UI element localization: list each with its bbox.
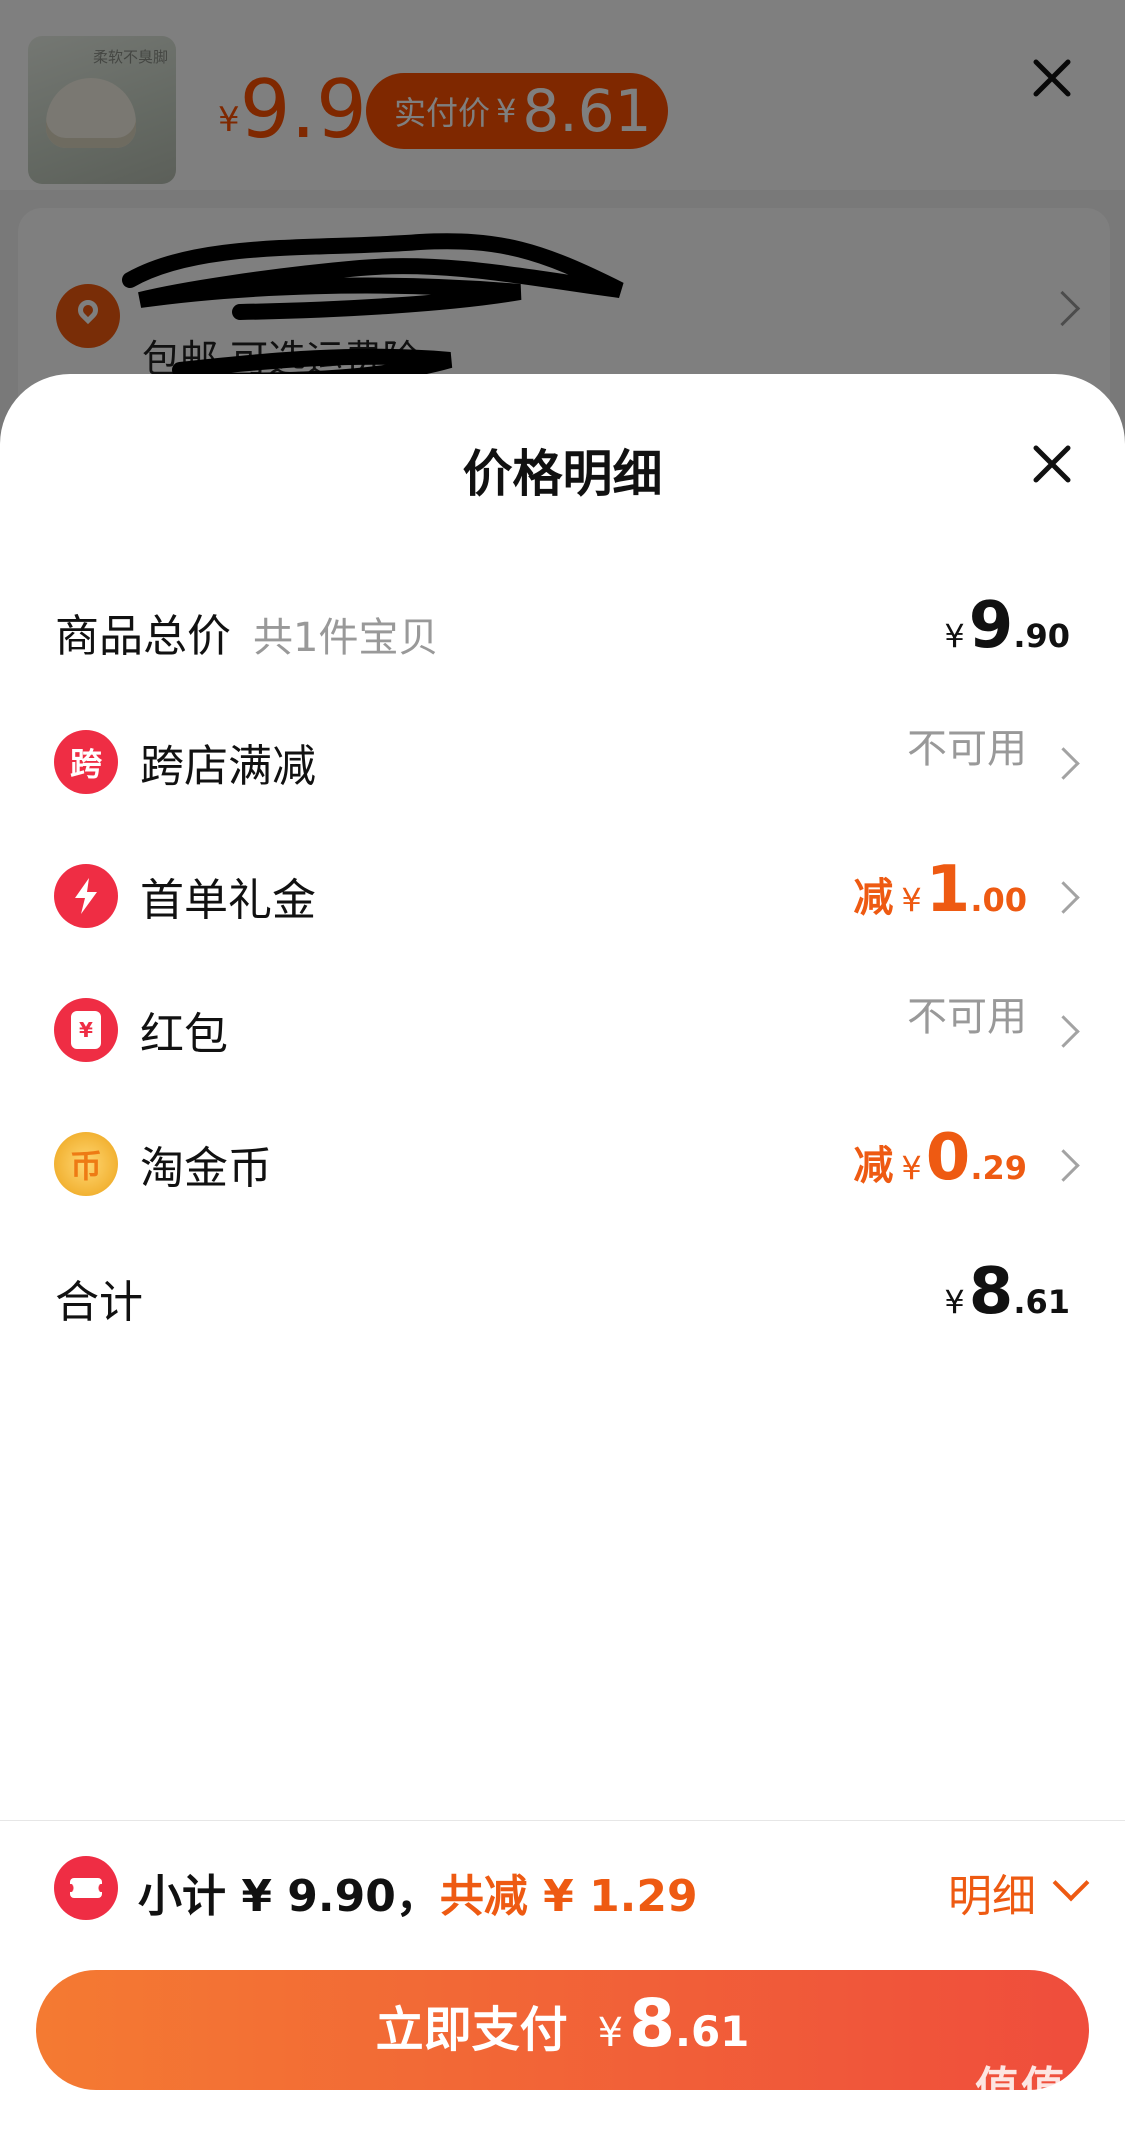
- watermark: 值值值 zhizhizhi.com: [975, 2052, 1113, 2133]
- row-label: 跨店满减: [140, 741, 316, 792]
- row-label: 首单礼金: [140, 875, 316, 926]
- row-label: 商品总价 共1件宝贝: [55, 600, 438, 664]
- amount-integer: 0: [925, 1121, 971, 1195]
- row-label-text: 商品总价: [55, 611, 231, 662]
- row-grand-total: 合计 ¥8.61: [0, 1246, 1125, 1346]
- lightning-icon: [54, 864, 118, 928]
- divider: [0, 1820, 1125, 1821]
- amount-currency: ¥: [944, 1283, 965, 1321]
- row-amount: 减 ¥0.29: [853, 1118, 1027, 1198]
- amount-decimal: .61: [1013, 1283, 1070, 1321]
- amount-currency: ¥: [901, 881, 922, 919]
- status-text: 不可用: [907, 994, 1027, 1040]
- chevron-down-icon[interactable]: [1052, 1864, 1090, 1902]
- row-amount: 减 ¥1.00: [853, 850, 1027, 930]
- row-first-order-gift[interactable]: 首单礼金 减 ¥1.00: [0, 844, 1125, 944]
- ticket-icon: [54, 1856, 118, 1920]
- summary-text: 小计 ¥ 9.90，共减 ¥ 1.29: [138, 1860, 698, 1924]
- pay-button-integer: 8: [629, 1985, 675, 2062]
- row-goods-total: 商品总价 共1件宝贝 ¥9.90: [0, 580, 1125, 680]
- red-packet-icon: ¥: [54, 998, 118, 1062]
- subtotal-text: 小计 ¥ 9.90，: [138, 1871, 440, 1922]
- row-red-packet[interactable]: ¥ 红包 不可用: [0, 978, 1125, 1078]
- pay-button-label: 立即支付: [375, 2002, 568, 2058]
- minus-label: 减: [853, 875, 894, 921]
- order-summary: 小计 ¥ 9.90，共减 ¥ 1.29 明细: [0, 1846, 1125, 1926]
- chevron-right-icon: [1047, 1015, 1080, 1048]
- watermark-logo: 值值值: [975, 2063, 1113, 2114]
- amount-currency: ¥: [901, 1149, 922, 1187]
- row-label: 红包: [140, 1009, 228, 1060]
- red-packet-glyph: ¥: [71, 1011, 101, 1049]
- sheet-title: 价格明细: [462, 445, 663, 503]
- total-discount-text: 共减 ¥ 1.29: [439, 1871, 698, 1922]
- gold-coin-icon: 币: [54, 1132, 118, 1196]
- chevron-right-icon: [1047, 747, 1080, 780]
- amount-decimal: .90: [1013, 617, 1070, 655]
- row-amount: ¥8.61: [944, 1252, 1070, 1332]
- row-sublabel: 共1件宝贝: [253, 615, 439, 661]
- pay-now-button[interactable]: 立即支付 ¥8.61: [36, 1970, 1089, 2090]
- pay-button-decimal: .61: [675, 2007, 750, 2056]
- amount-integer: 8: [968, 1255, 1014, 1329]
- row-amount: ¥9.90: [944, 586, 1070, 666]
- amount-decimal: .00: [970, 881, 1027, 919]
- status-text: 不可用: [907, 726, 1027, 772]
- amount-decimal: .29: [970, 1149, 1027, 1187]
- row-label: 合计: [55, 1277, 143, 1328]
- close-icon[interactable]: [1032, 444, 1072, 484]
- watermark-url: zhizhizhi.com: [975, 2112, 1097, 2133]
- minus-label: 减: [853, 1143, 894, 1189]
- row-status: 不可用: [907, 984, 1027, 1064]
- lightning-glyph: [75, 878, 97, 914]
- row-cross-store-discount[interactable]: 跨 跨店满减 不可用: [0, 710, 1125, 810]
- pay-button-currency: ¥: [597, 2010, 624, 2056]
- cross-store-icon: 跨: [54, 730, 118, 794]
- amount-integer: 9: [968, 589, 1014, 663]
- amount-currency: ¥: [944, 617, 965, 655]
- amount-integer: 1: [925, 853, 971, 927]
- detail-toggle[interactable]: 明细: [948, 1860, 1036, 1924]
- row-label: 淘金币: [140, 1143, 272, 1194]
- row-gold-coins[interactable]: 币 淘金币 减 ¥0.29: [0, 1112, 1125, 1212]
- chevron-right-icon: [1047, 1149, 1080, 1182]
- chevron-right-icon: [1047, 881, 1080, 914]
- row-status: 不可用: [907, 716, 1027, 796]
